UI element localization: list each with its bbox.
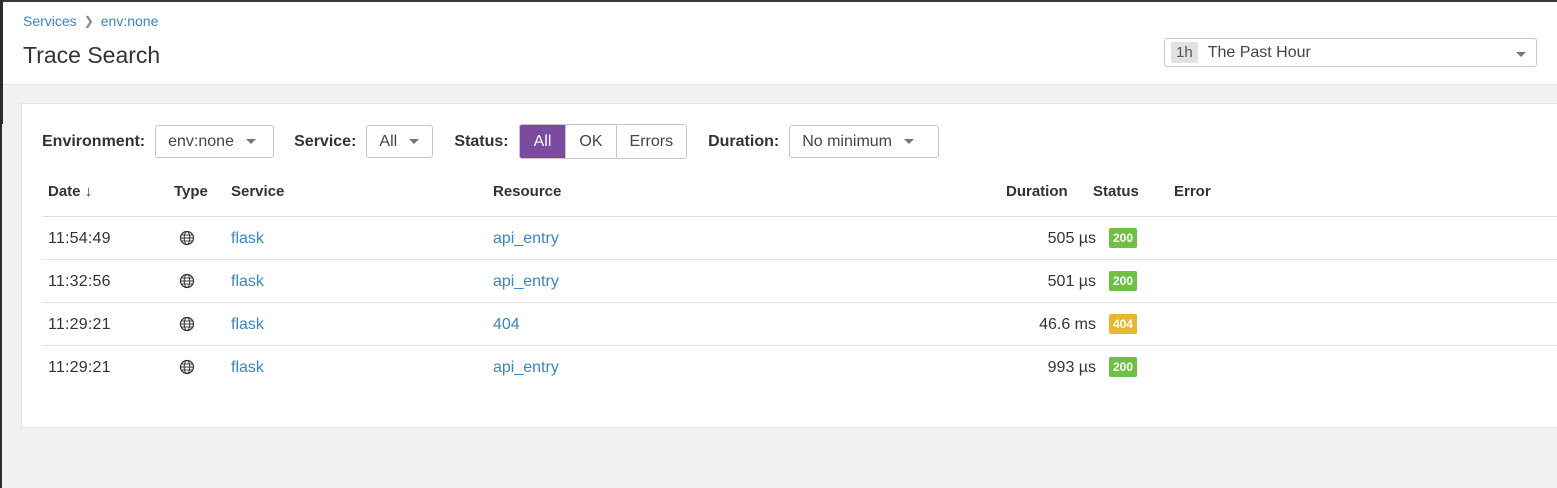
status-ok-button[interactable]: OK [565, 125, 616, 158]
status-badge: 404 [1109, 314, 1138, 334]
status-badge: 200 [1109, 271, 1138, 291]
column-header-date[interactable]: Date ↓ [48, 183, 92, 200]
time-range-picker[interactable]: 1h The Past Hour [1164, 38, 1537, 67]
table-header: Date ↓ Type Service Resource Duration St… [42, 174, 1557, 217]
trace-panel: Environment: env:none Service: All Statu… [21, 103, 1557, 428]
time-range-badge: 1h [1171, 42, 1198, 63]
row-service-link[interactable]: flask [231, 273, 264, 291]
environment-dropdown[interactable]: env:none [155, 125, 275, 158]
breadcrumb: Services ❯ env:none [23, 13, 158, 29]
web-globe-icon [179, 273, 195, 289]
row-date: 11:32:56 [48, 273, 111, 290]
column-header-error[interactable]: Error [1174, 183, 1211, 200]
environment-label: Environment: [42, 132, 146, 150]
duration-dropdown[interactable]: No minimum [789, 125, 940, 158]
traces-table: Date ↓ Type Service Resource Duration St… [42, 174, 1557, 388]
status-errors-button[interactable]: Errors [615, 125, 687, 158]
status-badge: 200 [1109, 357, 1138, 377]
chevron-down-icon [409, 139, 420, 144]
row-duration: 501 µs [1047, 273, 1096, 290]
row-duration: 993 µs [1047, 359, 1096, 376]
chevron-right-icon: ❯ [83, 14, 94, 28]
breadcrumb-env-link[interactable]: env:none [101, 13, 159, 29]
window-left-notch [0, 0, 3, 124]
column-header-status[interactable]: Status [1093, 183, 1139, 200]
column-header-duration[interactable]: Duration [1006, 183, 1068, 200]
table-row[interactable]: 11:29:21 flask api_entry 993 µs 200 [42, 346, 1557, 388]
page-title: Trace Search [23, 42, 161, 68]
time-range-label: The Past Hour [1207, 43, 1311, 61]
table-row[interactable]: 11:54:49 flask api_entry 505 µs 200 [42, 217, 1557, 260]
web-globe-icon [179, 316, 195, 332]
environment-value: env:none [168, 132, 234, 150]
chevron-down-icon [1516, 52, 1526, 57]
chevron-down-icon [904, 139, 914, 144]
status-all-button[interactable]: All [519, 125, 566, 158]
row-service-link[interactable]: flask [231, 359, 264, 377]
row-date: 11:54:49 [48, 230, 111, 247]
column-header-type[interactable]: Type [174, 183, 208, 200]
status-badge: 200 [1109, 228, 1138, 248]
service-dropdown[interactable]: All [366, 125, 434, 158]
status-segmented-control: All OK Errors [518, 124, 688, 159]
row-resource-link[interactable]: api_entry [493, 273, 559, 291]
row-date: 11:29:21 [48, 316, 111, 333]
status-label: Status: [454, 132, 509, 150]
web-globe-icon [179, 230, 195, 246]
column-header-service[interactable]: Service [231, 183, 284, 200]
service-value: All [379, 132, 398, 150]
breadcrumb-services-link[interactable]: Services [23, 13, 77, 29]
row-resource-link[interactable]: api_entry [493, 230, 559, 248]
row-resource-link[interactable]: 404 [493, 316, 520, 334]
duration-value: No minimum [802, 132, 892, 150]
table-row[interactable]: 11:29:21 flask 404 46.6 ms 404 [42, 303, 1557, 346]
filter-bar: Environment: env:none Service: All Statu… [42, 124, 940, 159]
row-resource-link[interactable]: api_entry [493, 359, 559, 377]
service-label: Service: [294, 132, 357, 150]
row-duration: 46.6 ms [1039, 316, 1096, 333]
column-header-resource[interactable]: Resource [493, 183, 561, 200]
chevron-down-icon [245, 139, 256, 144]
row-duration: 505 µs [1047, 230, 1096, 247]
row-date: 11:29:21 [48, 359, 111, 376]
duration-label: Duration: [708, 132, 780, 150]
page-header: Services ❯ env:none Trace Search 1h The … [2, 2, 1557, 85]
web-globe-icon [179, 359, 195, 375]
row-service-link[interactable]: flask [231, 230, 264, 248]
row-service-link[interactable]: flask [231, 316, 264, 334]
table-row[interactable]: 11:32:56 flask api_entry 501 µs 200 [42, 260, 1557, 303]
